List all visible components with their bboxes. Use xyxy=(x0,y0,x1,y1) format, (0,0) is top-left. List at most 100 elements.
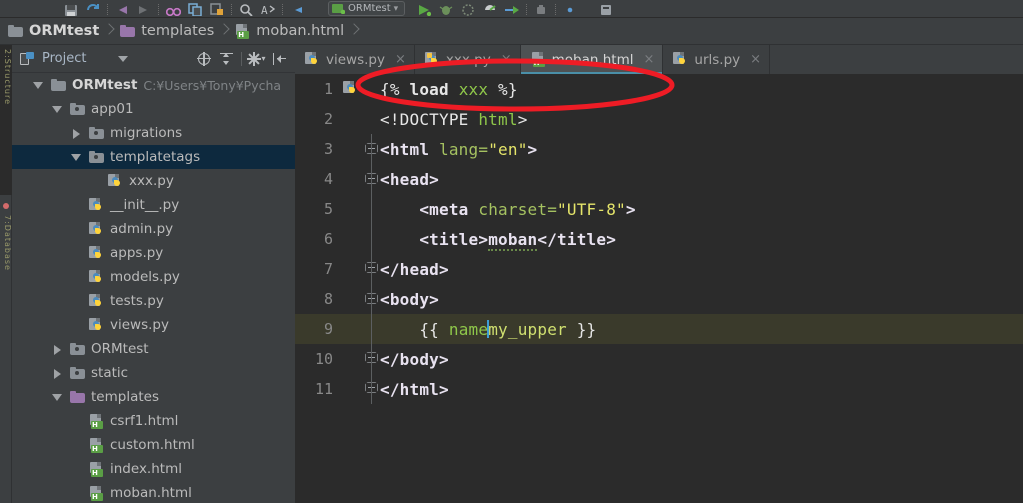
tree-item-templates[interactable]: templates xyxy=(12,385,295,409)
editor-line[interactable]: 6 <title>moban</title> xyxy=(295,224,1023,254)
editor-line[interactable]: 2 <!DOCTYPE html> xyxy=(295,104,1023,134)
tree-item-index-html[interactable]: Hindex.html xyxy=(12,457,295,481)
binoculars-icon[interactable] xyxy=(162,0,184,17)
editor-tab-xxx-py[interactable]: xxx.py × xyxy=(414,45,521,74)
chevron-down-icon[interactable] xyxy=(70,151,83,164)
gutter-icon-slot[interactable] xyxy=(342,284,362,314)
tree-item-moban-html[interactable]: Hmoban.html xyxy=(12,481,295,503)
tree-item-xxx-py[interactable]: xxx.py xyxy=(12,169,295,193)
editor-line[interactable]: 9 {{ namemy_upper }} xyxy=(295,314,1023,344)
editor-line[interactable]: 5 <meta charset="UTF-8"> xyxy=(295,194,1023,224)
gutter-icon-slot[interactable] xyxy=(342,374,362,404)
profile-icon[interactable] xyxy=(479,0,501,17)
fold-gutter[interactable] xyxy=(362,374,380,404)
chevron-right-icon[interactable] xyxy=(70,127,83,140)
editor-tab-urls-py[interactable]: urls.py × xyxy=(663,45,771,74)
fold-gutter[interactable] xyxy=(362,194,380,224)
breakpoint-dot-icon[interactable] xyxy=(3,203,9,209)
tree-item-migrations[interactable]: migrations xyxy=(12,121,295,145)
fold-gutter[interactable] xyxy=(362,224,380,254)
coverage-icon[interactable] xyxy=(457,0,479,17)
tree-item-csrf1-html[interactable]: Hcsrf1.html xyxy=(12,409,295,433)
editor-line[interactable]: 1 {% load xxx %} xyxy=(295,74,1023,104)
back-arrow-icon[interactable] xyxy=(111,0,133,17)
editor-line[interactable]: 4 <head> xyxy=(295,164,1023,194)
chevron-right-icon[interactable] xyxy=(51,367,64,380)
run-icon[interactable] xyxy=(413,0,435,17)
close-icon[interactable]: × xyxy=(643,52,654,67)
close-icon[interactable]: × xyxy=(395,52,406,67)
tree-item-app01[interactable]: app01 xyxy=(12,97,295,121)
tree-item-init-py[interactable]: __init__.py xyxy=(12,193,295,217)
fold-gutter[interactable] xyxy=(362,164,380,194)
gutter-icon-slot[interactable] xyxy=(342,224,362,254)
tree-item-admin-py[interactable]: admin.py xyxy=(12,217,295,241)
attach-process-icon[interactable] xyxy=(501,0,523,17)
fold-gutter[interactable] xyxy=(362,134,380,164)
tree-item-custom-html[interactable]: Hcustom.html xyxy=(12,433,295,457)
settings-gear-icon[interactable]: ▾ xyxy=(247,49,267,69)
project-panel-title[interactable]: Project xyxy=(12,51,129,66)
gutter-icon-slot[interactable] xyxy=(342,164,362,194)
chevron-down-icon[interactable] xyxy=(51,103,64,116)
fold-connector-line xyxy=(371,194,372,224)
tree-item-templatetags[interactable]: templatetags xyxy=(12,145,295,169)
forward-arrow-icon[interactable] xyxy=(133,0,155,17)
close-icon[interactable]: × xyxy=(750,52,761,67)
tree-item-apps-py[interactable]: apps.py xyxy=(12,241,295,265)
fold-gutter[interactable] xyxy=(362,284,380,314)
run-configuration-selector[interactable]: ORMtest ▾ xyxy=(328,1,406,16)
search-icon[interactable] xyxy=(235,0,257,17)
gutter-icon-slot[interactable] xyxy=(342,344,362,374)
copy-icon[interactable] xyxy=(184,0,206,17)
hide-panel-icon[interactable] xyxy=(269,49,289,69)
debug-icon[interactable] xyxy=(435,0,457,17)
fold-gutter[interactable] xyxy=(362,254,380,284)
gutter-icon-slot[interactable] xyxy=(342,134,362,164)
fold-gutter[interactable] xyxy=(362,74,380,104)
fold-gutter[interactable] xyxy=(362,104,380,134)
save-icon[interactable] xyxy=(60,0,82,17)
gutter-icon-slot[interactable] xyxy=(342,74,362,104)
close-icon[interactable]: × xyxy=(501,52,512,67)
chevron-down-icon[interactable] xyxy=(32,79,45,92)
editor-tab-bar[interactable]: views.py × xxx.py × Hmoban.html × urls.py × xyxy=(295,45,1023,74)
tree-item-views-py[interactable]: views.py xyxy=(12,313,295,337)
gutter-icon-slot[interactable] xyxy=(342,194,362,224)
fold-connector-line xyxy=(371,224,372,254)
editor-line[interactable]: 7 </head> xyxy=(295,254,1023,284)
editor-line[interactable]: 3 <html lang="en"> xyxy=(295,134,1023,164)
settings-dot-icon[interactable] xyxy=(559,0,581,17)
breadcrumb-item-ormtest[interactable]: ORMtest xyxy=(8,18,101,45)
sync-icon[interactable] xyxy=(82,0,104,17)
breadcrumb-item-moban-html[interactable]: H moban.html xyxy=(235,18,346,45)
chevron-right-icon[interactable] xyxy=(51,343,64,356)
breadcrumb-item-templates[interactable]: templates xyxy=(120,18,216,45)
stop-icon[interactable] xyxy=(530,0,552,17)
help-icon[interactable] xyxy=(595,0,617,17)
paste-icon[interactable] xyxy=(206,0,228,17)
project-tree[interactable]: ORMtest C:¥Users¥Tony¥Pycha app01 migration… xyxy=(12,73,295,503)
editor-tab-views-py[interactable]: views.py × xyxy=(295,45,415,74)
fold-gutter[interactable] xyxy=(362,344,380,374)
scroll-from-source-icon[interactable] xyxy=(194,49,214,69)
code-editor[interactable]: 1 {% load xxx %} 2 <!DOCTYPE html> 3 <html la… xyxy=(295,74,1023,503)
collapse-all-icon[interactable] xyxy=(216,49,236,69)
editor-tab-moban-html[interactable]: Hmoban.html × xyxy=(520,45,664,74)
tree-item-models-py[interactable]: models.py xyxy=(12,265,295,289)
editor-line[interactable]: 10 </body> xyxy=(295,344,1023,374)
editor-line[interactable]: 8 <body> xyxy=(295,284,1023,314)
chevron-down-icon[interactable] xyxy=(51,391,64,404)
gutter-icon-slot[interactable] xyxy=(342,104,362,134)
replace-icon[interactable]: A xyxy=(257,0,279,17)
editor-line[interactable]: 11 </html> xyxy=(295,374,1023,404)
chevron-down-icon[interactable] xyxy=(118,55,129,62)
tree-item-static[interactable]: static xyxy=(12,361,295,385)
tree-item-ormtest[interactable]: ORMtest C:¥Users¥Tony¥Pycha xyxy=(12,73,295,97)
gutter-icon-slot[interactable] xyxy=(342,254,362,284)
gutter-icon-slot[interactable] xyxy=(342,314,362,344)
undo-arrow-icon[interactable] xyxy=(286,0,308,17)
tree-item-ormtest[interactable]: ORMtest xyxy=(12,337,295,361)
tree-item-tests-py[interactable]: tests.py xyxy=(12,289,295,313)
fold-gutter[interactable] xyxy=(362,314,380,344)
